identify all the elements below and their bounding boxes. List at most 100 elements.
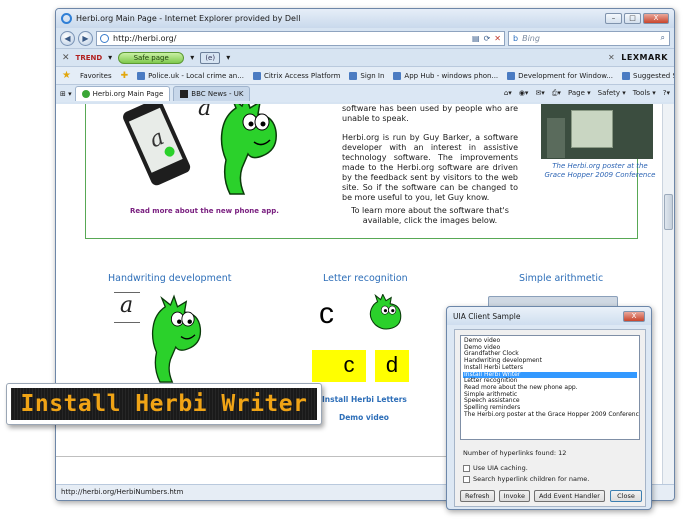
letter-choice-d[interactable]: d bbox=[375, 350, 409, 382]
section-letter-recognition[interactable]: Letter recognition bbox=[323, 273, 408, 284]
search-children-checkbox[interactable]: Search hyperlink children for name. bbox=[463, 475, 589, 483]
close-dialog-button[interactable]: Close bbox=[610, 490, 642, 502]
banner-text: Install Herbi Writer bbox=[20, 391, 308, 417]
checkbox-label: Use UIA caching. bbox=[473, 464, 528, 472]
favorite-link[interactable]: Citrix Access Platform bbox=[252, 71, 340, 80]
page-icon bbox=[100, 33, 109, 43]
address-bar-row: ◀ ▶ http://herbi.org/ ▤ ⟳ ✕ b Bing ⌕ bbox=[56, 28, 674, 48]
herbi-horse-image[interactable] bbox=[214, 104, 294, 203]
maximize-button[interactable]: □ bbox=[624, 13, 641, 24]
poster-caption-link[interactable]: The Herbi.org poster at the Grace Hopper… bbox=[544, 162, 656, 180]
dialog-button-row: Refresh Invoke Add Event Handler Close bbox=[460, 490, 642, 502]
tab-bar: ⊞ ▾ Herbi.org Main Page BBC News - UK ⌂▾… bbox=[56, 84, 674, 102]
hyperlink-listbox[interactable]: Demo video Demo video Grandfather Clock Han… bbox=[460, 335, 640, 440]
install-herbi-letters-link[interactable]: Install Herbi Letters bbox=[322, 395, 407, 404]
scrollbar-thumb[interactable] bbox=[664, 194, 673, 230]
ebox-icon[interactable]: (e) bbox=[200, 51, 221, 64]
site-icon bbox=[507, 71, 516, 80]
trend-dropdown-icon[interactable]: ▾ bbox=[108, 53, 112, 62]
compat-view-icon[interactable]: ▤ bbox=[472, 34, 480, 43]
checkbox-box[interactable] bbox=[463, 464, 470, 472]
favorite-link[interactable]: Suggested Sites ▾ bbox=[622, 71, 674, 80]
favorites-star-icon[interactable]: ★ bbox=[62, 70, 71, 81]
add-event-handler-button[interactable]: Add Event Handler bbox=[533, 490, 605, 502]
site-icon bbox=[137, 71, 146, 80]
banner-display: Install Herbi Writer bbox=[11, 388, 317, 420]
stop-icon[interactable]: ✕ bbox=[494, 34, 501, 43]
intro-paragraph-1: software has been used by people who are… bbox=[342, 104, 518, 123]
herbi-head-image[interactable] bbox=[366, 294, 408, 342]
intro-paragraph-2: Herbi.org is run by Guy Barker, a softwa… bbox=[342, 133, 518, 202]
url-text: http://herbi.org/ bbox=[113, 33, 177, 43]
search-icon[interactable]: ⌕ bbox=[661, 33, 665, 43]
checkbox-box[interactable] bbox=[463, 475, 470, 483]
site-icon bbox=[252, 71, 261, 80]
favorite-link[interactable]: App Hub - windows phon... bbox=[393, 71, 498, 80]
hyperlink-list-item[interactable]: The Herbi.org poster at the Grace Hopper… bbox=[463, 411, 639, 419]
lexmark-logo: LEXMARK bbox=[621, 53, 668, 62]
tab-bbc[interactable]: BBC News - UK bbox=[173, 86, 251, 101]
home-icon[interactable]: ⌂▾ bbox=[504, 89, 512, 98]
phone-image[interactable]: a bbox=[122, 104, 192, 192]
phone-app-link[interactable]: Read more about the new phone app. bbox=[130, 207, 279, 215]
favorite-link[interactable]: Sign In bbox=[349, 71, 384, 80]
window-title: Herbi.org Main Page - Internet Explorer … bbox=[76, 14, 301, 23]
trend-toolbar: ✕ TREND ▾ Safe page ▾ (e) ▾ ✕ LEXMARK bbox=[56, 48, 674, 66]
ebox-dropdown-icon[interactable]: ▾ bbox=[226, 53, 230, 62]
tab-herbi[interactable]: Herbi.org Main Page bbox=[74, 86, 171, 101]
uia-client-dialog: UIA Client Sample X Demo video Demo video… bbox=[446, 306, 652, 510]
quick-tabs-icon[interactable]: ⊞ ▾ bbox=[60, 90, 72, 98]
site-icon bbox=[349, 71, 358, 80]
intro-box: a a Read more about the new phone app. s… bbox=[85, 104, 656, 239]
mail-icon[interactable]: ✉▾ bbox=[535, 89, 544, 98]
section-simple-arithmetic[interactable]: Simple arithmetic bbox=[519, 273, 603, 284]
toolbar-close-icon[interactable]: ✕ bbox=[62, 53, 70, 63]
demo-video-link[interactable]: Demo video bbox=[339, 413, 389, 422]
site-icon bbox=[622, 71, 630, 80]
address-field[interactable]: http://herbi.org/ ▤ ⟳ ✕ bbox=[96, 30, 505, 46]
section-handwriting[interactable]: Handwriting development bbox=[108, 273, 231, 284]
help-icon[interactable]: ?▾ bbox=[663, 89, 670, 98]
title-bar: Herbi.org Main Page - Internet Explorer … bbox=[56, 9, 674, 28]
print-icon[interactable]: ⎙▾ bbox=[552, 89, 561, 98]
favorite-link[interactable]: Development for Window... bbox=[507, 71, 613, 80]
search-input[interactable]: b Bing ⌕ bbox=[508, 30, 670, 46]
status-url: http://herbi.org/HerbiNumbers.htm bbox=[61, 488, 184, 496]
dialog-title-bar: UIA Client Sample X bbox=[447, 307, 651, 325]
command-bar: ⌂▾ ◉▾ ✉▾ ⎙▾ Page ▾ Safety ▾ Tools ▾ ?▾ bbox=[504, 89, 670, 98]
safe-page-button[interactable]: Safe page bbox=[118, 51, 185, 64]
forward-icon[interactable]: ▶ bbox=[78, 30, 93, 46]
site-icon bbox=[393, 71, 402, 80]
add-favorite-icon[interactable]: ✚ bbox=[121, 71, 129, 81]
safe-dropdown-icon[interactable]: ▾ bbox=[190, 53, 194, 62]
favorites-button[interactable]: Favorites bbox=[80, 72, 112, 80]
hyperlink-count: Number of hyperlinks found: 12 bbox=[463, 449, 567, 457]
refresh-icon[interactable]: ⟳ bbox=[484, 34, 491, 43]
invoke-button[interactable]: Invoke bbox=[498, 490, 530, 502]
dialog-close-icon[interactable]: X bbox=[623, 310, 645, 322]
vertical-scrollbar[interactable] bbox=[662, 104, 674, 486]
magnified-link-banner: Install Herbi Writer bbox=[6, 383, 322, 425]
feeds-icon[interactable]: ◉▾ bbox=[519, 89, 529, 98]
herbi-horse-image[interactable] bbox=[146, 294, 216, 394]
ie-logo-icon bbox=[61, 13, 72, 24]
search-placeholder: Bing bbox=[522, 33, 540, 43]
lexmark-toolbar: ✕ LEXMARK bbox=[608, 53, 668, 62]
favorites-bar: ★ Favorites ✚ Police.uk - Local crime an… bbox=[56, 66, 674, 84]
minimize-button[interactable]: – bbox=[605, 13, 622, 24]
lexmark-close-icon[interactable]: ✕ bbox=[608, 53, 615, 62]
letter-choice-c[interactable]: c bbox=[332, 350, 366, 382]
back-icon[interactable]: ◀ bbox=[60, 30, 75, 46]
favorite-link[interactable]: Police.uk - Local crime an... bbox=[137, 71, 244, 80]
dialog-title: UIA Client Sample bbox=[453, 311, 521, 321]
intro-paragraph-3: To learn more about the software that's … bbox=[351, 206, 509, 225]
tools-menu[interactable]: Tools ▾ bbox=[633, 89, 656, 98]
bbc-favicon-icon bbox=[180, 90, 189, 98]
close-button[interactable]: X bbox=[643, 13, 669, 24]
poster-photo[interactable] bbox=[541, 104, 653, 159]
page-menu[interactable]: Page ▾ bbox=[568, 89, 591, 98]
refresh-button[interactable]: Refresh bbox=[460, 490, 495, 502]
letter-c: c bbox=[319, 297, 334, 330]
use-caching-checkbox[interactable]: Use UIA caching. bbox=[463, 464, 528, 472]
safety-menu[interactable]: Safety ▾ bbox=[598, 89, 626, 98]
